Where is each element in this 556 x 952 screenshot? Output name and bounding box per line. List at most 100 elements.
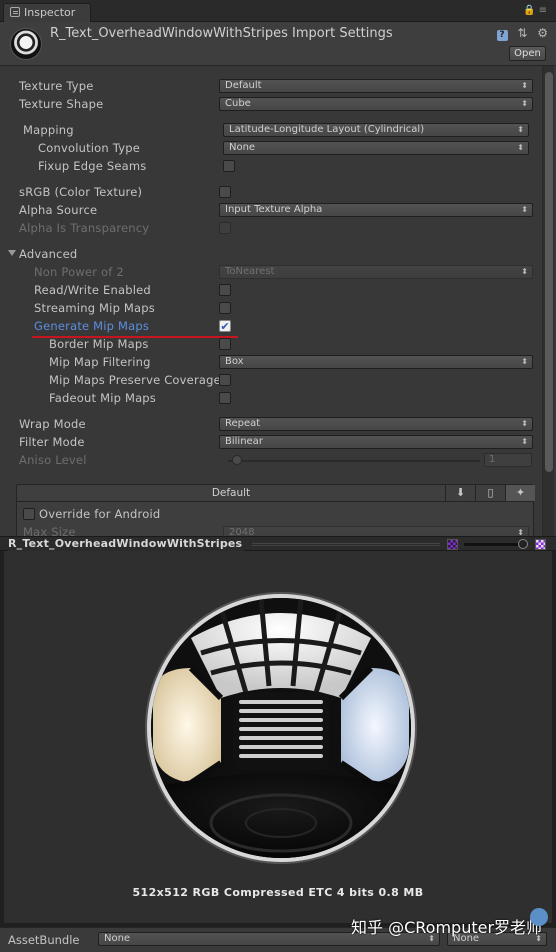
advanced-foldout[interactable]: Advanced [0, 246, 540, 264]
max-size-dropdown: 2048 ⬍ [223, 526, 529, 536]
preset-icon[interactable]: ⇅ [517, 26, 527, 40]
dropdown-arrow-icon: ⬍ [521, 357, 528, 366]
fadeout-mip-maps-checkbox[interactable] [219, 392, 231, 404]
advanced-label[interactable]: Advanced [19, 247, 77, 261]
border-mip-maps-label: Border Mip Maps [49, 337, 149, 351]
row-non-power-of-2: Non Power of 2 ToNearest ⬍ [0, 264, 540, 282]
inspector-scrollbar[interactable] [542, 66, 554, 536]
dropdown-arrow-icon: ⬍ [521, 437, 528, 446]
tab-inspector-label: Inspector [24, 6, 76, 19]
inspector-icon [10, 7, 20, 17]
dropdown-arrow-icon: ⬍ [521, 99, 528, 108]
mip-maps-preserve-coverage-checkbox[interactable] [219, 374, 231, 386]
filter-mode-label: Filter Mode [19, 435, 85, 449]
header-icons: ? ⇅ ⚙ [491, 26, 548, 41]
preview-info: 512x512 RGB Compressed ETC 4 bits 0.8 MB [132, 886, 424, 899]
non-power-of-2-label: Non Power of 2 [34, 265, 124, 279]
override-android-label: Override for Android [39, 507, 161, 521]
max-size-label: Max Size [23, 525, 76, 536]
import-settings-panel: Texture Type Default ⬍ Texture Shape Cube… [0, 66, 556, 536]
platform-settings: Override for Android Max Size 2048 ⬍ [16, 502, 534, 536]
row-border-mip-maps: Border Mip Maps [0, 336, 540, 354]
android-icon[interactable]: ✦ [505, 485, 535, 501]
convolution-type-label: Convolution Type [38, 141, 140, 155]
row-generate-mip-maps: Generate Mip Maps ✔ [0, 318, 540, 336]
lock-menu-icons[interactable]: 🔒≡ [523, 5, 550, 16]
platform-tabs: Default ⬇ ▯ ✦ [16, 484, 535, 502]
row-mip-maps-preserve-coverage: Mip Maps Preserve Coverage [0, 372, 540, 390]
row-alpha-is-transparency: Alpha Is Transparency [0, 220, 540, 238]
row-texture-type: Texture Type Default ⬍ [0, 78, 540, 96]
preview-mip-slider-track[interactable] [464, 543, 524, 546]
texture-type-dropdown[interactable]: Default ⬍ [219, 79, 533, 93]
row-fixup-edge-seams: Fixup Edge Seams [0, 158, 540, 176]
aniso-level-slider-knob [232, 455, 242, 465]
preview-alpha-icon[interactable] [535, 539, 546, 550]
row-fadeout-mip-maps: Fadeout Mip Maps [0, 390, 540, 408]
foldout-arrow-icon[interactable] [8, 250, 16, 256]
row-convolution-type: Convolution Type None ⬍ [0, 140, 540, 158]
wrap-mode-dropdown[interactable]: Repeat ⬍ [219, 417, 533, 431]
fixup-edge-seams-label: Fixup Edge Seams [38, 159, 147, 173]
filter-mode-dropdown[interactable]: Bilinear ⬍ [219, 435, 533, 449]
download-icon[interactable]: ⬇ [445, 485, 475, 501]
mip-map-filtering-dropdown[interactable]: Box ⬍ [219, 355, 533, 369]
row-read-write: Read/Write Enabled [0, 282, 540, 300]
texture-shape-label: Texture Shape [19, 97, 104, 111]
read-write-checkbox[interactable] [219, 284, 231, 296]
fixup-edge-seams-checkbox[interactable] [223, 160, 235, 172]
row-alpha-source: Alpha Source Input Texture Alpha ⬍ [0, 202, 540, 220]
preview-drag-grip[interactable] [252, 543, 440, 546]
cubemap-sphere-preview[interactable] [147, 594, 415, 862]
dropdown-arrow-icon: ⬍ [521, 81, 528, 90]
streaming-mip-maps-checkbox[interactable] [219, 302, 231, 314]
alpha-source-label: Alpha Source [19, 203, 98, 217]
read-write-label: Read/Write Enabled [34, 283, 151, 297]
border-mip-maps-checkbox[interactable] [219, 338, 231, 350]
platform-tab-default[interactable]: Default [17, 485, 445, 501]
aniso-level-field: 1 [484, 453, 532, 467]
fadeout-mip-maps-label: Fadeout Mip Maps [49, 391, 157, 405]
row-streaming-mip-maps: Streaming Mip Maps [0, 300, 540, 318]
alpha-source-dropdown[interactable]: Input Texture Alpha ⬍ [219, 203, 533, 217]
generate-mip-maps-checkbox[interactable]: ✔ [219, 320, 231, 332]
srgb-checkbox[interactable] [219, 186, 231, 198]
tab-inspector[interactable]: Inspector [3, 3, 91, 22]
preview-mip-slider-knob[interactable] [518, 539, 528, 549]
row-mapping: Mapping Latitude-Longitude Layout (Cylin… [0, 122, 540, 140]
row-filter-mode: Filter Mode Bilinear ⬍ [0, 434, 540, 452]
row-srgb: sRGB (Color Texture) [0, 184, 540, 202]
srgb-label: sRGB (Color Texture) [19, 185, 143, 199]
non-power-of-2-dropdown: ToNearest ⬍ [219, 265, 533, 279]
alpha-is-transparency-checkbox [219, 222, 231, 234]
texture-shape-dropdown[interactable]: Cube ⬍ [219, 97, 533, 111]
preview-title: R_Text_OverheadWindowWithStripes [8, 537, 245, 551]
open-button[interactable]: Open [509, 46, 546, 61]
dropdown-arrow-icon: ⬍ [517, 143, 524, 152]
row-wrap-mode: Wrap Mode Repeat ⬍ [0, 416, 540, 434]
dropdown-arrow-icon: ⬍ [521, 267, 528, 276]
dropdown-arrow-icon: ⬍ [521, 419, 528, 428]
generate-mip-maps-label: Generate Mip Maps [34, 319, 150, 333]
texture-preview: 512x512 RGB Compressed ETC 4 bits 0.8 MB [0, 551, 556, 927]
mobile-icon[interactable]: ▯ [475, 485, 505, 501]
settings-gear-icon[interactable]: ⚙ [537, 26, 548, 40]
tab-bar: Inspector 🔒≡ [0, 0, 556, 22]
help-icon[interactable]: ? [496, 30, 508, 41]
row-texture-shape: Texture Shape Cube ⬍ [0, 96, 540, 114]
convolution-type-dropdown[interactable]: None ⬍ [223, 141, 529, 155]
tab-menu-icon[interactable]: ≡ [539, 5, 550, 16]
streaming-mip-maps-label: Streaming Mip Maps [34, 301, 155, 315]
mapping-dropdown[interactable]: Latitude-Longitude Layout (Cylindrical) ⬍ [223, 123, 529, 137]
texture-thumbnail-icon [10, 28, 42, 60]
lock-icon[interactable]: 🔒 [523, 5, 538, 16]
override-android-checkbox[interactable] [23, 508, 35, 520]
watermark-text: 知乎 @CRomputer罗老师 [351, 918, 543, 937]
scrollbar-thumb[interactable] [545, 72, 553, 472]
mip-map-filtering-label: Mip Map Filtering [49, 355, 151, 369]
preview-header[interactable]: R_Text_OverheadWindowWithStripes [0, 536, 556, 551]
asset-bundle-label: AssetBundle [8, 933, 80, 947]
preview-channel-icon[interactable] [447, 539, 458, 550]
dropdown-arrow-icon: ⬍ [517, 125, 524, 134]
dropdown-arrow-icon: ⬍ [517, 528, 524, 536]
